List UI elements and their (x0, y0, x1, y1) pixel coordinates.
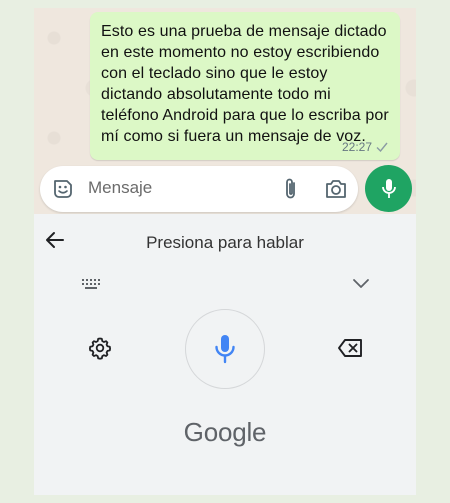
message-input[interactable]: Mensaje (88, 178, 152, 198)
chat-area: Esto es una prueba de mensaje dictado en… (34, 8, 416, 214)
phone-screen: Esto es una prueba de mensaje dictado en… (34, 8, 416, 495)
backspace-icon[interactable] (337, 338, 363, 358)
camera-icon[interactable] (324, 178, 348, 200)
chevron-down-icon[interactable] (352, 276, 370, 290)
message-compose-bar: Mensaje (40, 166, 358, 212)
voice-prompt-title: Presiona para hablar (146, 233, 304, 252)
check-icon (376, 142, 388, 152)
voice-record-button[interactable] (365, 165, 412, 212)
message-time: 22:27 (341, 140, 372, 154)
message-bubble[interactable]: Esto es una prueba de mensaje dictado en… (90, 12, 400, 160)
mic-icon (381, 178, 396, 198)
keyboard-grid-icon[interactable] (82, 279, 100, 289)
paperclip-icon[interactable] (280, 177, 302, 201)
google-logo: Google (183, 417, 267, 447)
emoji-icon[interactable] (51, 177, 75, 201)
voice-input-mic-button[interactable] (185, 309, 265, 389)
message-meta: 22:27 (342, 140, 388, 154)
message-text: Esto es una prueba de mensaje dictado en… (101, 23, 389, 145)
gear-icon[interactable] (88, 336, 112, 360)
mic-icon (215, 335, 235, 364)
voice-keyboard: Presiona para hablar Google (34, 214, 416, 495)
